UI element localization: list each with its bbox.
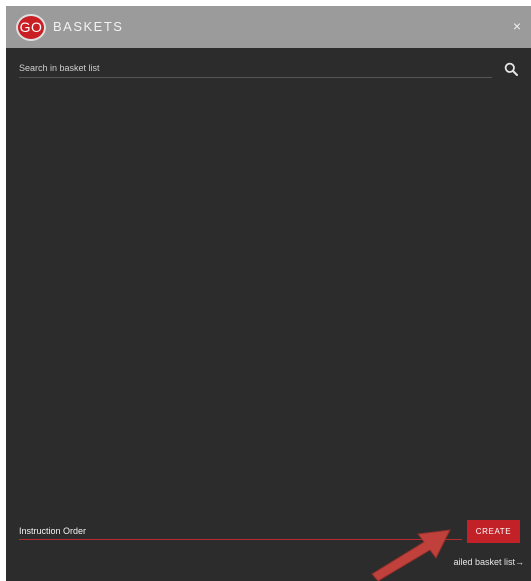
arrow-right-icon: →: [515, 557, 524, 567]
detail-link-label: ailed basket list: [453, 557, 515, 567]
baskets-panel: GO BASKETS × CREATE ailed basket list→: [6, 6, 531, 581]
search-input[interactable]: [19, 59, 492, 78]
close-icon[interactable]: ×: [513, 18, 521, 34]
panel-header: GO BASKETS ×: [6, 6, 531, 48]
go-logo: GO: [16, 14, 46, 41]
panel-title: BASKETS: [53, 19, 124, 34]
detailed-basket-list-link[interactable]: ailed basket list→: [453, 557, 524, 567]
search-icon[interactable]: [504, 62, 518, 76]
create-button[interactable]: CREATE: [467, 520, 520, 543]
basket-name-input[interactable]: [19, 522, 462, 540]
